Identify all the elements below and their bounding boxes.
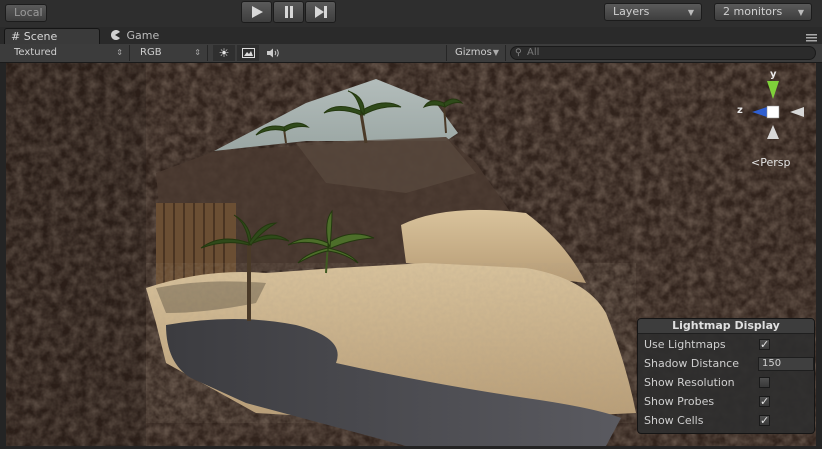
step-icon <box>314 6 327 18</box>
dropdown-arrow-icon: ▼ <box>492 48 499 57</box>
pause-button[interactable] <box>273 1 304 23</box>
render-mode-label: RGB <box>140 47 162 58</box>
show-probes-checkbox[interactable]: ✓ <box>759 396 770 407</box>
show-resolution-checkbox[interactable] <box>759 377 770 388</box>
use-lightmaps-label: Use Lightmaps <box>644 338 726 351</box>
scene-lighting-toggle[interactable]: ☀ <box>213 45 235 61</box>
audio-icon <box>267 48 279 58</box>
lightmap-panel-title: Lightmap Display <box>638 319 814 334</box>
main-toolbar: Local Layers ▼ 2 monitors ▼ <box>0 0 822 28</box>
scene-overlay-toggle[interactable] <box>237 45 259 61</box>
show-cells-label: Show Cells <box>644 414 704 427</box>
layers-label: Layers <box>613 5 650 18</box>
tab-game-label: Game <box>126 29 160 42</box>
render-mode-dropdown[interactable]: RGB ⇕ <box>132 45 208 61</box>
shadow-distance-field[interactable]: 150 <box>758 357 814 371</box>
search-placeholder: All <box>527 47 540 58</box>
gizmo-y-axis-icon <box>767 81 779 99</box>
pause-icon <box>284 6 293 18</box>
shadow-distance-row: Shadow Distance 150 <box>644 355 814 372</box>
tab-game[interactable]: Game <box>104 28 174 44</box>
local-toggle-button[interactable]: Local <box>5 4 47 22</box>
show-resolution-label: Show Resolution <box>644 376 735 389</box>
tab-scene[interactable]: # Scene <box>4 28 100 44</box>
gizmos-dropdown[interactable]: Gizmos ▼ <box>446 45 506 61</box>
dropdown-arrow-icon: ▼ <box>687 8 694 17</box>
scene-grid-icon: # <box>11 30 21 43</box>
gizmo-z-label: z <box>737 105 743 116</box>
draw-mode-label: Textured <box>14 47 57 58</box>
scene-search-input[interactable]: ⚲ All <box>510 46 816 60</box>
tab-scene-label: Scene <box>23 30 58 43</box>
panel-menu-icon[interactable] <box>806 32 817 42</box>
show-cells-checkbox[interactable]: ✓ <box>759 415 770 426</box>
draw-mode-dropdown[interactable]: Textured ⇕ <box>6 45 130 61</box>
dropdown-arrow-icon: ▼ <box>797 8 804 17</box>
play-button[interactable] <box>241 1 272 23</box>
persp-label: Persp <box>760 156 791 169</box>
layout-label: 2 monitors <box>723 5 783 18</box>
use-lightmaps-row: Use Lightmaps ✓ <box>644 336 808 353</box>
search-icon: ⚲ <box>515 48 522 58</box>
gizmos-label: Gizmos <box>455 47 492 58</box>
updown-arrow-icon: ⇕ <box>116 48 123 57</box>
show-resolution-row: Show Resolution <box>644 374 808 391</box>
persp-arrow-icon: < <box>751 156 761 169</box>
scene-audio-toggle[interactable] <box>262 45 284 61</box>
layout-dropdown[interactable]: 2 monitors ▼ <box>714 3 812 21</box>
gizmo-y-label: y <box>770 69 777 80</box>
use-lightmaps-checkbox[interactable]: ✓ <box>759 339 770 350</box>
show-probes-label: Show Probes <box>644 395 715 408</box>
game-pacman-icon <box>111 30 120 40</box>
shadow-distance-label: Shadow Distance <box>644 357 739 370</box>
play-icon <box>251 6 263 18</box>
lightmap-display-panel: Lightmap Display Use Lightmaps ✓ Shadow … <box>637 318 815 434</box>
tab-row: # Scene Game <box>0 27 822 44</box>
scene-toolbar: Textured ⇕ RGB ⇕ ☀ Gizmos ▼ ⚲ All <box>0 44 822 63</box>
image-icon <box>241 48 255 58</box>
show-probes-row: Show Probes ✓ <box>644 393 808 410</box>
updown-arrow-icon: ⇕ <box>194 48 201 57</box>
sun-icon: ☀ <box>218 46 230 60</box>
layers-dropdown[interactable]: Layers ▼ <box>604 3 702 21</box>
show-cells-row: Show Cells ✓ <box>644 412 808 429</box>
perspective-toggle[interactable]: <Persp <box>751 156 790 169</box>
step-button[interactable] <box>305 1 336 23</box>
